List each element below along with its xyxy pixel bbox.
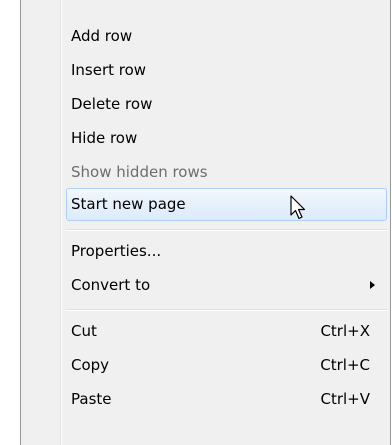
menu-item-label: Copy — [71, 356, 110, 374]
menu-item-properties[interactable]: Properties... — [21, 235, 390, 268]
menu-item-label: Paste — [71, 390, 112, 408]
submenu-arrow-icon — [370, 281, 375, 289]
menu-item-label: Add row — [71, 27, 133, 45]
menu-item-label: Delete row — [71, 95, 153, 113]
menu-item-label: Properties... — [71, 242, 162, 260]
menu-item-label: Insert row — [71, 61, 147, 79]
menu-item-insert-row[interactable]: Insert row — [21, 54, 390, 87]
menu-item-hide-row[interactable]: Hide row — [21, 122, 390, 155]
menu-item-add-row[interactable]: Add row — [21, 20, 390, 53]
menu-item-label: Show hidden rows — [71, 163, 208, 181]
menu-item-paste[interactable]: Paste Ctrl+V — [21, 383, 390, 416]
context-menu: Add row Insert row Delete row Hide row S… — [20, 0, 391, 445]
menu-separator — [66, 309, 387, 311]
menu-separator — [66, 229, 387, 231]
menu-item-cut[interactable]: Cut Ctrl+X — [21, 315, 390, 348]
mouse-pointer-icon — [290, 195, 310, 225]
menu-item-delete-row[interactable]: Delete row — [21, 88, 390, 121]
menu-item-shortcut: Ctrl+C — [320, 356, 370, 374]
menu-item-convert-to[interactable]: Convert to — [21, 269, 390, 302]
menu-item-label: Cut — [71, 322, 97, 340]
menu-item-shortcut: Ctrl+X — [320, 322, 370, 340]
menu-item-copy[interactable]: Copy Ctrl+C — [21, 349, 390, 382]
menu-item-shortcut: Ctrl+V — [320, 390, 370, 408]
menu-item-show-hidden-rows: Show hidden rows — [21, 156, 390, 189]
menu-item-label: Hide row — [71, 129, 138, 147]
menu-item-label: Start new page — [71, 195, 186, 213]
menu-item-label: Convert to — [71, 276, 151, 294]
menu-item-start-new-page[interactable]: Start new page — [66, 188, 387, 221]
